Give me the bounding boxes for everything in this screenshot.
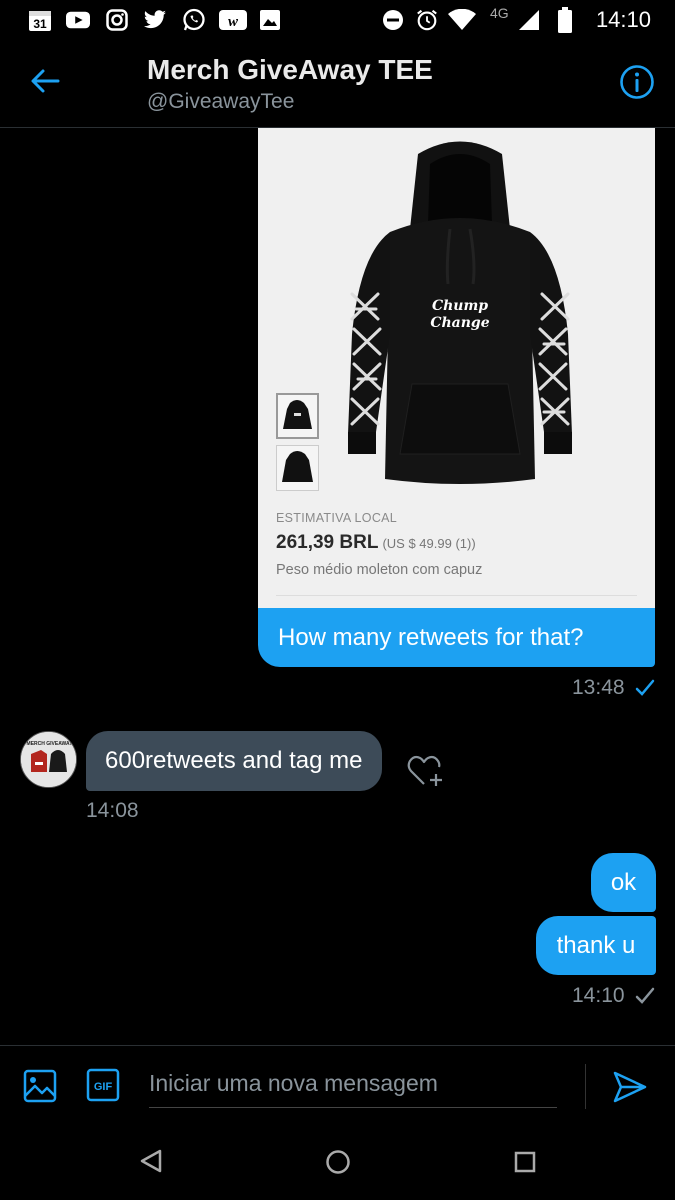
message-meta: 13:48 — [572, 676, 625, 700]
price-estimate-label: ESTIMATIVA LOCAL — [276, 511, 398, 525]
status-time: 14:10 — [595, 7, 651, 32]
nav-recents-button[interactable] — [514, 1151, 536, 1173]
image-icon — [23, 1069, 57, 1103]
nav-recents-icon — [514, 1151, 536, 1173]
sent-check-icon — [635, 987, 655, 1004]
alarm-icon — [415, 8, 439, 32]
product-thumbnail-front[interactable] — [276, 393, 319, 439]
calendar-icon: 31 — [28, 8, 52, 32]
product-description: Peso médio moleton com capuz — [276, 562, 483, 578]
gif-icon: GIF — [86, 1068, 120, 1102]
network-type: 4G — [490, 5, 509, 21]
svg-text:Chump: Chump — [432, 298, 488, 314]
hoodie-image: Chump Change — [348, 141, 572, 484]
battery-icon — [558, 7, 572, 33]
svg-text:MERCH GIVEAWAY: MERCH GIVEAWAY — [27, 741, 74, 747]
add-image-button[interactable] — [22, 1068, 58, 1104]
svg-text:GIF: GIF — [94, 1081, 113, 1093]
whatsapp-icon — [182, 8, 206, 32]
message-text: thank u — [556, 932, 636, 959]
product-preview-card[interactable]: Chump Change ESTIMATIVA LOCAL 261,39 BRL… — [258, 128, 655, 608]
info-button[interactable] — [619, 64, 655, 100]
like-button[interactable] — [406, 752, 446, 790]
status-bar: 31 w 4G 14:10 — [0, 0, 675, 40]
conversation-title[interactable]: Merch GiveAway TEE — [147, 54, 433, 86]
nav-home-icon — [326, 1150, 350, 1174]
conversation-handle: @GiveawayTee — [147, 90, 295, 113]
message-time: 14:08 — [86, 799, 139, 822]
back-arrow-icon — [31, 69, 60, 93]
message-bubble-outgoing[interactable]: How many retweets for that? — [258, 608, 655, 667]
svg-text:w: w — [228, 14, 239, 30]
w-app-icon: w — [219, 8, 247, 32]
wifi-icon — [448, 8, 476, 32]
signal-icon — [517, 8, 541, 32]
message-text: ok — [610, 869, 637, 896]
svg-text:Change: Change — [430, 315, 489, 331]
system-nav-bar — [0, 1130, 675, 1200]
heart-plus-icon — [407, 755, 442, 786]
read-check-icon — [635, 679, 655, 696]
product-price-usd: (US $ 49.99 (1)) — [382, 536, 476, 551]
add-gif-button[interactable]: GIF — [86, 1068, 120, 1102]
composer-divider — [585, 1064, 586, 1109]
message-text: How many retweets for that? — [278, 624, 584, 651]
conversation-header: Merch GiveAway TEE @GiveawayTee — [0, 40, 675, 128]
send-icon — [613, 1071, 647, 1103]
message-text: 600retweets and tag me — [105, 747, 363, 774]
dnd-icon — [381, 8, 405, 32]
card-divider — [276, 595, 637, 596]
message-bubble-incoming[interactable]: 600retweets and tag me — [86, 731, 382, 791]
nav-back-button[interactable] — [138, 1148, 164, 1174]
message-composer: GIF — [0, 1045, 675, 1130]
svg-text:31: 31 — [33, 17, 47, 31]
send-button[interactable] — [612, 1070, 648, 1104]
message-time: 13:48 — [572, 676, 625, 699]
message-input[interactable] — [149, 1060, 557, 1108]
message-bubble-outgoing[interactable]: ok — [591, 853, 656, 912]
youtube-icon — [66, 8, 90, 32]
product-thumbnail-back[interactable] — [276, 445, 319, 491]
info-icon — [620, 65, 654, 99]
message-meta: 14:08 — [86, 799, 139, 823]
nav-home-button[interactable] — [325, 1149, 351, 1175]
avatar[interactable]: MERCH GIVEAWAY — [20, 731, 77, 788]
twitter-icon — [143, 8, 167, 32]
product-price: 261,39 BRL (US $ 49.99 (1)) — [276, 532, 476, 553]
nav-back-icon — [140, 1149, 162, 1173]
back-button[interactable] — [28, 64, 62, 98]
instagram-icon — [105, 8, 129, 32]
gallery-icon — [258, 8, 282, 32]
message-meta: 14:10 — [572, 984, 625, 1008]
message-bubble-outgoing[interactable]: thank u — [536, 916, 656, 975]
message-time: 14:10 — [572, 984, 625, 1007]
